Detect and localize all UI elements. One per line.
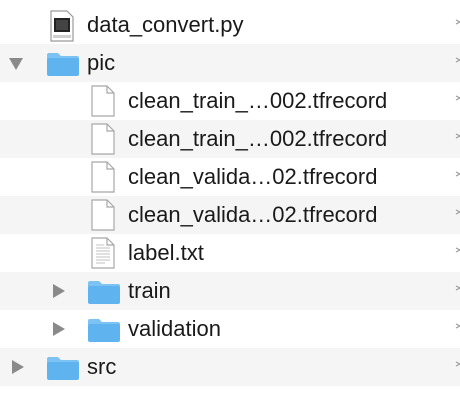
tree-row-file[interactable]: clean_train_…002.tfrecord: [0, 82, 460, 120]
disclosure-triangle-collapsed-icon[interactable]: [12, 360, 24, 374]
disclosure-triangle-expanded-icon[interactable]: [9, 58, 23, 70]
tree-row-src[interactable]: src: [0, 348, 460, 386]
file-tree: data_convert.py pic clean_train_…002.tfr…: [0, 0, 460, 402]
folder-icon: [46, 355, 80, 386]
tree-row-validation[interactable]: validation: [0, 310, 460, 348]
tree-item-label: clean_valida…02.tfrecord: [128, 164, 378, 189]
row-edge-marker: [450, 52, 460, 74]
tree-row-file[interactable]: clean_valida…02.tfrecord: [0, 196, 460, 234]
folder-icon: [87, 317, 121, 348]
tree-item-label: clean_train_…002.tfrecord: [128, 126, 388, 151]
folder-icon: [87, 279, 121, 310]
tree-row-file[interactable]: clean_train_…002.tfrecord: [0, 120, 460, 158]
row-edge-marker: [450, 242, 460, 264]
row-edge-marker: [450, 90, 460, 112]
tree-item-label: train: [128, 278, 171, 303]
tree-item-label: label.txt: [128, 240, 204, 265]
folder-icon: [46, 51, 80, 82]
tree-row-data-convert[interactable]: data_convert.py: [0, 6, 460, 44]
tree-row-pic[interactable]: pic: [0, 44, 460, 82]
disclosure-triangle-collapsed-icon[interactable]: [53, 284, 65, 298]
row-edge-marker: [450, 356, 460, 378]
tree-item-label: clean_valida…02.tfrecord: [128, 202, 378, 227]
disclosure-triangle-collapsed-icon[interactable]: [53, 322, 65, 336]
row-edge-marker: [450, 166, 460, 188]
tree-item-label: src: [87, 354, 117, 379]
tree-item-label: pic: [87, 50, 116, 75]
document-icon: [91, 123, 115, 160]
row-edge-marker: [450, 280, 460, 302]
tree-row-label-txt[interactable]: label.txt: [0, 234, 460, 272]
tree-item-label: clean_train_…002.tfrecord: [128, 88, 388, 113]
document-icon: [91, 161, 115, 198]
tree-item-label: data_convert.py: [87, 12, 244, 37]
row-edge-marker: [450, 128, 460, 150]
document-icon: [91, 85, 115, 122]
text-document-icon: [91, 237, 115, 274]
tree-row-train[interactable]: train: [0, 272, 460, 310]
tree-item-label: validation: [128, 316, 221, 341]
row-edge-marker: [450, 318, 460, 340]
python-file-icon: [50, 10, 74, 47]
row-edge-marker: [450, 14, 460, 36]
document-icon: [91, 199, 115, 236]
row-edge-marker: [450, 204, 460, 226]
tree-row-file[interactable]: clean_valida…02.tfrecord: [0, 158, 460, 196]
